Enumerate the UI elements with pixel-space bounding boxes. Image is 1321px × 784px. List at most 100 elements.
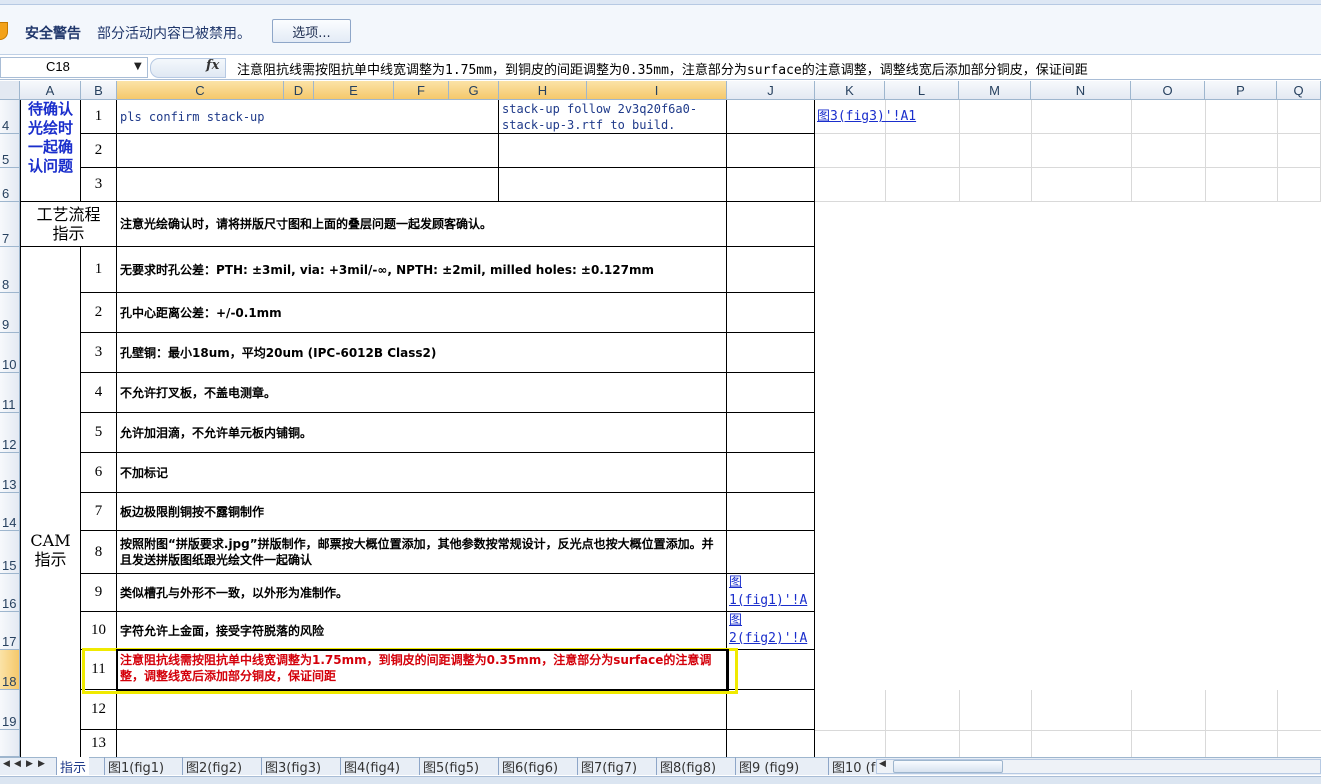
cam-label-cell[interactable]: CAM 指示: [20, 247, 81, 757]
cam-j-9[interactable]: 图 1(fig1)'!A: [727, 574, 815, 612]
sheet-tab-fig6[interactable]: 图6(fig6): [498, 757, 561, 776]
cam-text-5[interactable]: 允许加泪滴，不允许单元板内铺铜。: [117, 413, 727, 453]
column-header-c[interactable]: C: [117, 81, 284, 100]
cam-no-5[interactable]: 5: [81, 413, 117, 453]
pending-j-3[interactable]: [727, 168, 815, 202]
chevron-down-icon[interactable]: ▼: [134, 61, 142, 72]
pending-h-1[interactable]: stack-up follow 2v3q20f6a0-stack-up-3.rt…: [499, 100, 727, 134]
last-sheet-icon[interactable]: ▶: [38, 759, 45, 769]
sheet-tab-fig3[interactable]: 图3(fig3): [261, 757, 324, 776]
cam-text-6[interactable]: 不加标记: [117, 453, 727, 493]
row-header-8[interactable]: 8: [0, 247, 20, 293]
row-header-12[interactable]: 12: [0, 413, 20, 453]
cam-text-8[interactable]: 按照附图“拼版要求.jpg”拼版制作，邮票按大概位置添加，其他参数按常规设计，反…: [117, 531, 727, 574]
cam-no-8[interactable]: 8: [81, 531, 117, 574]
name-box[interactable]: [0, 57, 148, 78]
column-header-k[interactable]: K: [815, 81, 885, 100]
pending-no-2[interactable]: 2: [81, 134, 117, 168]
row-header-20[interactable]: [0, 730, 20, 757]
row-header-19[interactable]: 19: [0, 690, 20, 730]
process-text-cell[interactable]: 注意光绘确认时，请将拼版尺寸图和上面的叠层问题一起发顾客确认。: [117, 202, 727, 247]
cam-text-12[interactable]: [117, 690, 727, 730]
sheet-tab-fig1[interactable]: 图1(fig1): [104, 757, 167, 776]
row-header-16[interactable]: 16: [0, 574, 20, 612]
cam-text-13[interactable]: [117, 730, 727, 757]
cam-j-10[interactable]: 图 2(fig2)'!A: [727, 612, 815, 650]
pending-j-2[interactable]: [727, 134, 815, 168]
column-header-j[interactable]: J: [727, 81, 815, 100]
row-header-7[interactable]: 7: [0, 202, 20, 247]
formula-input[interactable]: 注意阻抗线需按阻抗单中线宽调整为1.75mm，到铜皮的间距调整为0.35mm，注…: [237, 59, 1088, 78]
cam-no-13[interactable]: 13: [81, 730, 117, 757]
column-header-i[interactable]: I: [587, 81, 727, 100]
cam-j-7[interactable]: [727, 493, 815, 531]
column-header-g[interactable]: G: [449, 81, 499, 100]
pending-c-1[interactable]: pls confirm stack-up: [117, 100, 499, 134]
cam-text-7[interactable]: 板边极限削铜按不露铜制作: [117, 493, 727, 531]
sheet-tab-fig5[interactable]: 图5(fig5): [419, 757, 482, 776]
row-header-6[interactable]: 6: [0, 168, 20, 202]
prev-sheet-icon[interactable]: ◀: [14, 759, 21, 769]
cam-j-1[interactable]: [727, 247, 815, 293]
cam-j-8[interactable]: [727, 531, 815, 574]
row-header-4[interactable]: 4: [0, 100, 20, 134]
pending-no-1[interactable]: 1: [81, 100, 117, 134]
pending-c-2[interactable]: [117, 134, 499, 168]
select-all-corner[interactable]: [0, 81, 20, 100]
pending-h-3[interactable]: [499, 168, 727, 202]
pending-c-3[interactable]: [117, 168, 499, 202]
cam-no-1[interactable]: 1: [81, 247, 117, 293]
first-sheet-icon[interactable]: ◀: [3, 759, 10, 769]
horizontal-scroll-thumb[interactable]: [893, 760, 1003, 773]
sheet-tab-fig2[interactable]: 图2(fig2): [182, 757, 245, 776]
cam-text-4[interactable]: 不允许打叉板，不盖电测章。: [117, 373, 727, 413]
sheet-tab-fig8[interactable]: 图8(fig8): [656, 757, 719, 776]
row-header-17[interactable]: 17: [0, 612, 20, 650]
column-header-a[interactable]: A: [20, 81, 81, 100]
column-header-q[interactable]: Q: [1277, 81, 1321, 100]
cam-j-4[interactable]: [727, 373, 815, 413]
sheet-tab-active[interactable]: 指示: [56, 757, 90, 776]
cam-j-13[interactable]: [727, 730, 815, 757]
link-fig3-cell[interactable]: 图3(fig3)'!A1: [817, 108, 916, 126]
cam-j-6[interactable]: [727, 453, 815, 493]
column-header-l[interactable]: L: [885, 81, 959, 100]
row-header-5[interactable]: 5: [0, 134, 20, 168]
cam-no-4[interactable]: 4: [81, 373, 117, 413]
row-header-15[interactable]: 15: [0, 531, 20, 574]
cam-no-12[interactable]: 12: [81, 690, 117, 730]
empty-grid-row[interactable]: [815, 134, 1321, 168]
row-header-11[interactable]: 11: [0, 373, 20, 413]
row-header-9[interactable]: 9: [0, 293, 20, 333]
cam-j-11[interactable]: [727, 650, 815, 690]
sheet-tab-fig4[interactable]: 图4(fig4): [340, 757, 403, 776]
row-header-18[interactable]: 18: [0, 650, 20, 690]
row-header-14[interactable]: 14: [0, 493, 20, 531]
cam-text-10[interactable]: 字符允许上金面，接受字符脱落的风险: [117, 612, 727, 650]
row-header-10[interactable]: 10: [0, 333, 20, 373]
process-j-cell[interactable]: [727, 202, 815, 247]
column-header-p[interactable]: P: [1205, 81, 1277, 100]
column-header-f[interactable]: F: [394, 81, 449, 100]
column-header-b[interactable]: B: [81, 81, 117, 100]
column-header-d[interactable]: D: [284, 81, 314, 100]
sheet-tab-fig7[interactable]: 图7(fig7): [577, 757, 640, 776]
cam-no-9[interactable]: 9: [81, 574, 117, 612]
process-label-cell[interactable]: 工艺流程 指示: [20, 202, 117, 247]
cam-no-7[interactable]: 7: [81, 493, 117, 531]
insert-function-icon[interactable]: fx: [206, 58, 219, 73]
pending-no-3[interactable]: 3: [81, 168, 117, 202]
cam-no-6[interactable]: 6: [81, 453, 117, 493]
cam-j-3[interactable]: [727, 333, 815, 373]
cam-text-3[interactable]: 孔壁铜：最小18um，平均20um (IPC-6012B Class2): [117, 333, 727, 373]
link-fig3[interactable]: 图3(fig3)'!A1: [817, 109, 916, 124]
sheet-tab-fig10[interactable]: 图10 (f: [828, 757, 878, 776]
link-fig2-line[interactable]: 图: [729, 612, 814, 630]
scroll-left-icon[interactable]: ◀: [879, 759, 886, 769]
link-fig2[interactable]: 2(fig2)'!A: [729, 630, 814, 648]
cam-j-12[interactable]: [727, 690, 815, 730]
cam-j-2[interactable]: [727, 293, 815, 333]
pending-label-cell[interactable]: 待确认 光绘时 一起确 认问题: [20, 100, 81, 202]
column-header-m[interactable]: M: [959, 81, 1031, 100]
pending-j-1[interactable]: [727, 100, 815, 134]
